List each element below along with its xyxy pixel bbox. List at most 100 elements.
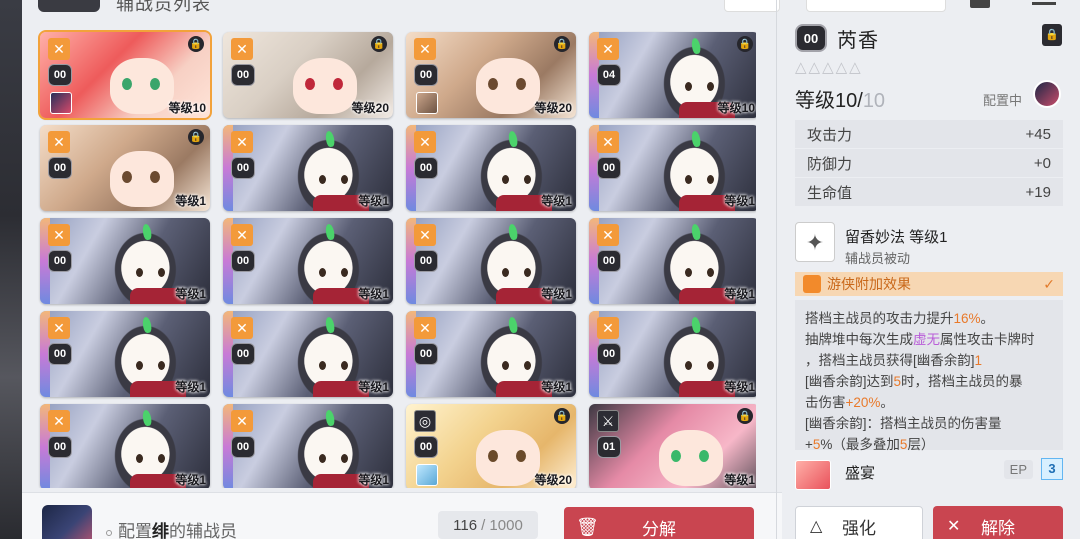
tag-badge: 04 <box>597 64 621 86</box>
unequip-button[interactable]: ✕ 解除 <box>933 506 1063 539</box>
portrait-eye <box>488 78 498 90</box>
card-level: 等级20 <box>534 101 572 115</box>
assist-card[interactable]: ✕ 00 等级1 <box>40 311 210 397</box>
portrait-detail <box>341 175 348 184</box>
class-icon: ✕ <box>231 38 253 60</box>
partner-info[interactable]: 盛宴 EP 3 <box>795 456 1063 490</box>
class-icon: ✕ <box>414 38 436 60</box>
check-icon: ✓ <box>1043 275 1055 292</box>
lock-icon[interactable]: 🔒 <box>1042 24 1062 46</box>
card-level: 等级1 <box>541 194 572 208</box>
lock-icon: 🔒 <box>554 408 570 424</box>
portrait-detail <box>502 175 509 184</box>
assist-card[interactable]: ⚔ 01 🔒 等级1 <box>589 404 756 488</box>
bonus-effect-bar[interactable]: 游侠附加效果 ✓ <box>795 272 1063 296</box>
dismantle-button[interactable]: 🗑 分解 <box>564 507 754 539</box>
stat-row-hp: 生命值 +19 <box>795 178 1063 206</box>
class-icon: ✕ <box>414 224 436 246</box>
equipped-label: 配置中 <box>983 93 1023 108</box>
card-level: 等级1 <box>724 473 755 487</box>
portrait-detail <box>685 361 692 370</box>
skill-info[interactable]: ✦ 留香妙法 等级1 辅战员被动 <box>795 222 1063 270</box>
portrait-detail <box>524 268 531 277</box>
portrait-face <box>659 430 723 486</box>
back-button[interactable] <box>38 0 100 12</box>
dot-icon <box>106 529 112 536</box>
card-level: 等级20 <box>351 101 389 115</box>
assist-card[interactable]: ✕ 04 🔒 等级10 <box>589 32 756 118</box>
upgrade-icon: △ <box>810 518 823 535</box>
class-icon: ✕ <box>231 224 253 246</box>
tag-badge: 00 <box>414 343 438 365</box>
tag-badge: 00 <box>414 436 438 458</box>
card-level: 等级1 <box>175 473 206 487</box>
tag-badge: 00 <box>414 64 438 86</box>
level-max: 10 <box>862 90 886 112</box>
portrait-detail <box>319 175 326 184</box>
assist-card[interactable]: ✕ 00 等级1 <box>589 311 756 397</box>
assist-card[interactable]: ✕ 00 🔒 等级20 <box>406 32 576 118</box>
assist-card[interactable]: ✕ 00 等级1 <box>406 125 576 211</box>
class-icon: ◎ <box>414 410 436 432</box>
class-icon: ✕ <box>597 224 619 246</box>
assist-card[interactable]: ✕ 00 等级1 <box>589 218 756 304</box>
portrait-detail <box>158 454 165 463</box>
card-level: 等级1 <box>541 380 572 394</box>
tag-badge: 00 <box>48 64 72 86</box>
background-strip <box>0 0 22 539</box>
skill-description: 搭档主战员的攻击力提升16%。 抽牌堆中每次生成虚无属性攻击卡牌时 ，搭档主战员… <box>795 300 1063 452</box>
card-level: 等级1 <box>724 380 755 394</box>
assist-card-grid: ✕ 00 🔒 等级10 ✕ 00 🔒 等级20 ✕ 00 🔒 等级20 ✕ 04 🔒 等级10 ✕ 00 🔒 等级1 ✕… <box>36 30 756 488</box>
portrait-detail <box>136 268 143 277</box>
lock-icon: 🔒 <box>188 129 204 145</box>
count-total: / 1000 <box>481 516 523 534</box>
assist-card[interactable]: ✕ 00 等级1 <box>40 404 210 488</box>
card-level: 等级1 <box>358 287 389 301</box>
portrait-detail <box>685 268 692 277</box>
star-rank: △△△△△ <box>795 59 863 76</box>
stat-row-defense: 防御力 +0 <box>795 149 1063 177</box>
stats-list: 攻击力 +45 防御力 +0 生命值 +19 <box>795 120 1063 207</box>
assist-card[interactable]: ✕ 00 等级1 <box>223 404 393 488</box>
assist-card[interactable]: ✕ 00 等级1 <box>223 311 393 397</box>
assist-card[interactable]: ✕ 00 等级1 <box>223 125 393 211</box>
ep-value: 3 <box>1041 458 1063 480</box>
equipped-avatar <box>416 464 438 486</box>
assist-card[interactable]: ✕ 00 🔒 等级1 <box>40 125 210 211</box>
sort-order-button[interactable] <box>724 0 780 12</box>
skill-type: 辅战员被动 <box>845 251 911 266</box>
class-icon: ✕ <box>48 38 70 60</box>
card-level: 等级1 <box>175 194 206 208</box>
upgrade-label: 强化 <box>842 518 876 538</box>
tag-badge: 00 <box>231 343 255 365</box>
portrait-detail <box>685 82 692 91</box>
trash-icon: 🗑 <box>576 517 599 537</box>
portrait-detail <box>707 268 714 277</box>
assist-card[interactable]: ✕ 00 等级1 <box>223 218 393 304</box>
assist-card[interactable]: ✕ 00 等级1 <box>40 218 210 304</box>
assist-card[interactable]: ✕ 00 等级1 <box>406 218 576 304</box>
inventory-count: 116/ 1000 <box>438 511 538 539</box>
portrait-eye <box>305 78 315 90</box>
portrait-detail <box>524 175 531 184</box>
tag-badge: 00 <box>597 343 621 365</box>
assist-card[interactable]: ◎ 00 🔒 等级20 <box>406 404 576 488</box>
class-icon: ✕ <box>48 131 70 153</box>
portrait-detail <box>341 268 348 277</box>
details-panel: 00 芮香 🔒 △△△△△ 等级10/10 配置中 攻击力 +45 防御力 +0 生… <box>776 0 1080 539</box>
assist-card[interactable]: ✕ 00 🔒 等级20 <box>223 32 393 118</box>
portrait-face <box>293 58 357 114</box>
tag-badge: 00 <box>48 250 72 272</box>
tag-badge: 00 <box>48 436 72 458</box>
detail-tag-badge: 00 <box>795 24 827 52</box>
portrait-detail <box>319 361 326 370</box>
upgrade-button[interactable]: △ 强化 <box>795 506 923 539</box>
portrait-detail <box>158 361 165 370</box>
card-level: 等级1 <box>175 287 206 301</box>
main-character-avatar <box>42 505 92 539</box>
stat-label: 防御力 <box>807 155 853 173</box>
portrait-detail <box>707 361 714 370</box>
assist-card[interactable]: ✕ 00 等级1 <box>589 125 756 211</box>
assist-card[interactable]: ✕ 00 等级1 <box>406 311 576 397</box>
assist-card[interactable]: ✕ 00 🔒 等级10 <box>38 30 212 120</box>
